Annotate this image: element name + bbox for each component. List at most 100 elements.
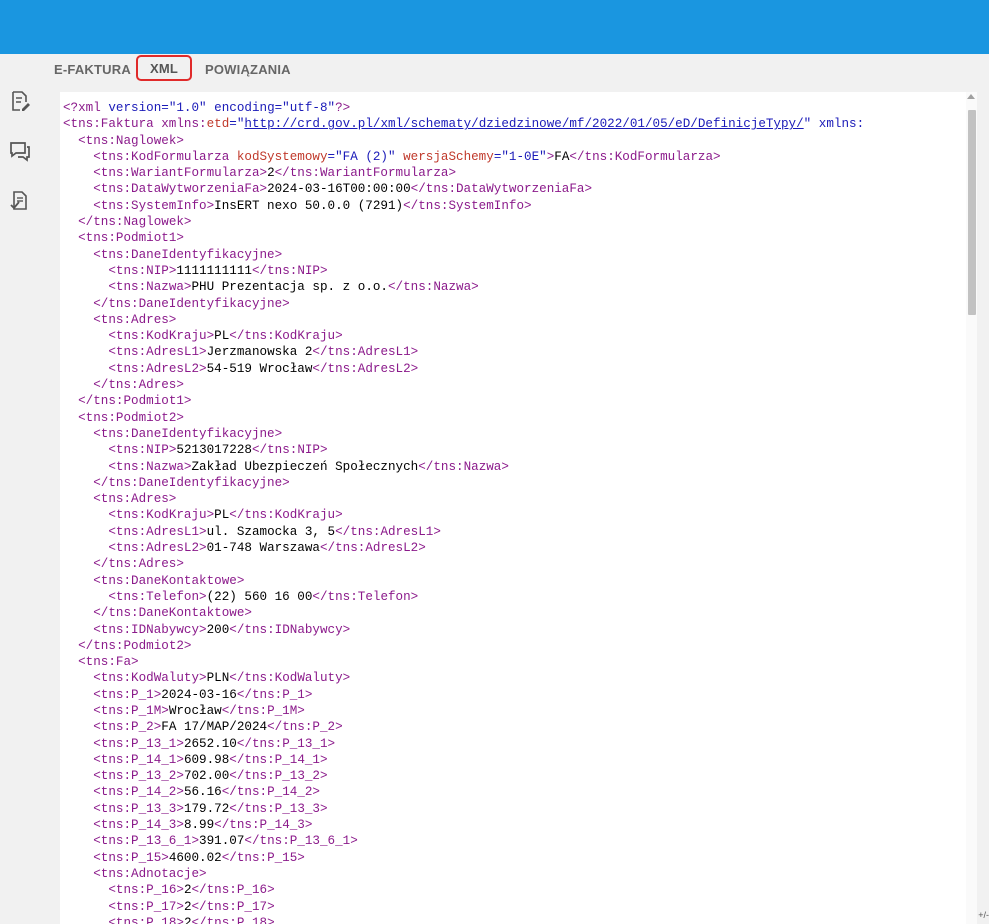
xml-line: <?xml version="1.0" encoding="utf-8"?> bbox=[63, 100, 977, 116]
xml-token: <tns:KodKraju> bbox=[108, 508, 215, 523]
xml-token: 54-519 Wrocław bbox=[206, 361, 313, 376]
xml-token: </tns:AdresL2> bbox=[319, 541, 426, 556]
xml-token: </tns:P_15> bbox=[221, 850, 305, 865]
xml-line: <tns:P_13_2>702.00</tns:P_13_2> bbox=[63, 768, 977, 784]
xml-token: <tns:DaneIdentyfikacyjne> bbox=[93, 426, 283, 441]
xml-token: FA bbox=[554, 149, 570, 164]
xml-token: <tns:P_18> bbox=[108, 915, 184, 924]
xml-token: <tns:Adnotacje> bbox=[93, 866, 207, 881]
xml-token: </tns:DataWytworzeniaFa> bbox=[410, 182, 593, 197]
xml-token: 1111111111 bbox=[176, 263, 252, 278]
xml-line: <tns:KodKraju>PL</tns:KodKraju> bbox=[63, 507, 977, 523]
xml-token: <tns:Fa> bbox=[78, 655, 139, 670]
xml-line: </tns:Adres> bbox=[63, 556, 977, 572]
xml-line: <tns:AdresL2>54-519 Wrocław</tns:AdresL2… bbox=[63, 361, 977, 377]
xml-token: </tns:WariantFormularza> bbox=[274, 166, 457, 181]
xml-line: <tns:KodWaluty>PLN</tns:KodWaluty> bbox=[63, 670, 977, 686]
xml-token: </tns:Nazwa> bbox=[388, 280, 479, 295]
xml-line: <tns:P_13_3>179.72</tns:P_13_3> bbox=[63, 801, 977, 817]
xml-token: <tns:WariantFormularza> bbox=[93, 166, 268, 181]
xml-token: =" bbox=[229, 117, 245, 132]
tab-powiazania[interactable]: POWIĄZANIA bbox=[205, 62, 291, 77]
xml-line: <tns:SystemInfo>InsERT nexo 50.0.0 (7291… bbox=[63, 198, 977, 214]
xml-token: </tns:Adres> bbox=[93, 557, 184, 572]
xml-token: <tns:NIP> bbox=[108, 443, 177, 458]
sidebar bbox=[0, 88, 40, 924]
edit-document-icon[interactable] bbox=[9, 90, 31, 112]
xml-token: </tns:P_1> bbox=[236, 687, 313, 702]
xml-token: <tns:KodWaluty> bbox=[93, 671, 207, 686]
tab-e-faktura[interactable]: E-FAKTURA bbox=[54, 62, 131, 77]
xml-token: <tns:Podmiot1> bbox=[78, 231, 184, 246]
xml-token: ?> bbox=[335, 101, 351, 115]
xml-token: </tns:P_13_1> bbox=[236, 736, 336, 751]
xml-token: Jerzmanowska 2 bbox=[206, 345, 313, 360]
vertical-scrollbar[interactable] bbox=[966, 92, 977, 924]
xml-token: </tns:NIP> bbox=[251, 443, 328, 458]
xml-token: </tns:P_18> bbox=[191, 915, 275, 924]
xml-line: <tns:DaneIdentyfikacyjne> bbox=[63, 247, 977, 263]
scroll-up-arrow-icon[interactable] bbox=[967, 94, 975, 99]
xml-line: <tns:P_14_3>8.99</tns:P_14_3> bbox=[63, 817, 977, 833]
xml-token: <tns:KodKraju> bbox=[108, 329, 215, 344]
xml-token: <tns:Nazwa> bbox=[108, 280, 192, 295]
xml-line: <tns:DaneKontaktowe> bbox=[63, 573, 977, 589]
xml-token: <tns:Nazwa> bbox=[108, 459, 192, 474]
xml-token: </tns:Adres> bbox=[93, 378, 184, 393]
xml-line: <tns:Nazwa>Zakład Ubezpieczeń Społecznyc… bbox=[63, 459, 977, 475]
xml-token: <tns:P_16> bbox=[108, 883, 184, 898]
xml-token: 2652.10 bbox=[183, 736, 237, 751]
xml-token: </tns:P_13_6_1> bbox=[244, 834, 358, 849]
xml-token: </tns:Podmiot1> bbox=[78, 394, 192, 409]
xml-token: 2 bbox=[183, 899, 192, 914]
xml-line: <tns:IDNabywcy>200</tns:IDNabywcy> bbox=[63, 622, 977, 638]
xml-line: <tns:WariantFormularza>2</tns:WariantFor… bbox=[63, 165, 977, 181]
xml-token: </tns:IDNabywcy> bbox=[229, 622, 351, 637]
chat-icon[interactable] bbox=[9, 140, 31, 162]
xml-token: 5213017228 bbox=[176, 443, 252, 458]
xml-token: <tns:Telefon> bbox=[108, 589, 207, 604]
xml-token: <tns:DaneKontaktowe> bbox=[93, 573, 245, 588]
xml-line: <tns:Podmiot1> bbox=[63, 230, 977, 246]
namespace-link[interactable]: http://crd.gov.pl/xml/schematy/dziedzino… bbox=[244, 117, 803, 131]
xml-line: </tns:Podmiot1> bbox=[63, 393, 977, 409]
tab-bar: E-FAKTURA XML POWIĄZANIA bbox=[0, 54, 989, 89]
xml-token: </tns:KodKraju> bbox=[229, 508, 343, 523]
xml-token: </tns:P_13_3> bbox=[229, 801, 328, 816]
xml-line: <tns:P_17>2</tns:P_17> bbox=[63, 899, 977, 915]
xml-line: <tns:P_16>2</tns:P_16> bbox=[63, 882, 977, 898]
xml-token: wersjaSchemy bbox=[403, 149, 494, 164]
xml-token: </tns:AdresL2> bbox=[312, 361, 419, 376]
xml-token: 2 bbox=[267, 166, 275, 181]
xml-token: <tns:P_15> bbox=[93, 850, 169, 865]
xml-token: ="1-0E" bbox=[493, 149, 547, 164]
xml-token: </tns:P_14_3> bbox=[214, 818, 313, 833]
scrollbar-thumb[interactable] bbox=[968, 110, 976, 315]
xml-source: <?xml version="1.0" encoding="utf-8"?> <t… bbox=[60, 92, 977, 924]
xml-token: 56.16 bbox=[183, 785, 222, 800]
content-area: <?xml version="1.0" encoding="utf-8"?> <t… bbox=[40, 88, 989, 924]
xml-line: <tns:P_1>2024-03-16</tns:P_1> bbox=[63, 687, 977, 703]
xml-line: <tns:NIP>5213017228</tns:NIP> bbox=[63, 442, 977, 458]
tab-xml[interactable]: XML bbox=[136, 55, 193, 81]
xml-token: </tns:P_14_1> bbox=[229, 752, 328, 767]
xml-line: <tns:P_14_2>56.16</tns:P_14_2> bbox=[63, 784, 977, 800]
xml-viewer[interactable]: <?xml version="1.0" encoding="utf-8"?> <t… bbox=[60, 92, 977, 924]
document-check-icon[interactable] bbox=[9, 190, 31, 212]
xml-token: 391.07 bbox=[199, 834, 245, 849]
xml-token: </tns:AdresL1> bbox=[335, 524, 441, 539]
xml-token: 702.00 bbox=[183, 769, 230, 784]
xml-token: <tns:P_14_2> bbox=[93, 785, 184, 800]
xml-token: PL bbox=[214, 508, 230, 523]
xml-line: <tns:AdresL1>Jerzmanowska 2</tns:AdresL1… bbox=[63, 344, 977, 360]
xml-token: </tns:Podmiot2> bbox=[78, 638, 192, 653]
xml-line: <tns:P_13_1>2652.10</tns:P_13_1> bbox=[63, 736, 977, 752]
xml-line: <tns:Fa> bbox=[63, 654, 977, 670]
xml-line: <tns:KodKraju>PL</tns:KodKraju> bbox=[63, 328, 977, 344]
xml-token: 2024-03-16T00:00:00 bbox=[267, 182, 411, 197]
xml-line: <tns:P_18>2</tns:P_18> bbox=[63, 915, 977, 924]
xml-token: 609.98 bbox=[183, 752, 230, 767]
xml-token: <tns:P_2> bbox=[93, 720, 162, 735]
xml-token: 8.99 bbox=[183, 818, 215, 833]
xml-token: </tns:DaneKontaktowe> bbox=[93, 606, 252, 621]
